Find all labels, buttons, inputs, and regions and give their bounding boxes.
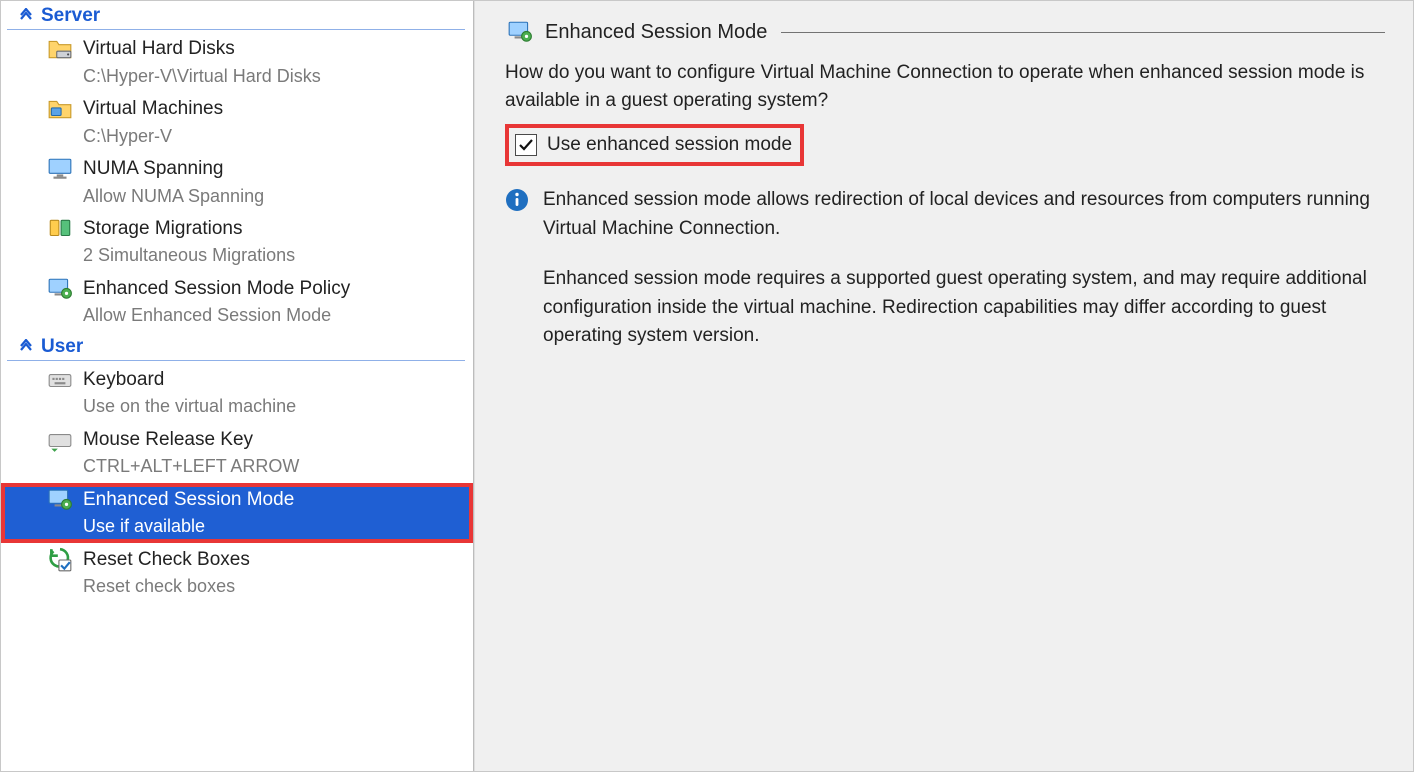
nav-item-subtitle: Allow Enhanced Session Mode xyxy=(83,303,350,327)
use-enhanced-session-mode-checkbox[interactable]: Use enhanced session mode xyxy=(505,124,804,166)
header-rule xyxy=(781,32,1385,33)
chevron-up-icon xyxy=(17,338,35,356)
nav-item-subtitle: C:\Hyper-V\Virtual Hard Disks xyxy=(83,64,321,88)
nav-item-keyboard[interactable]: KeyboardUse on the virtual machine xyxy=(1,363,473,423)
pane-description: How do you want to configure Virtual Mac… xyxy=(505,59,1385,114)
nav-item-numa[interactable]: NUMA SpanningAllow NUMA Spanning xyxy=(1,152,473,212)
folder-vm-icon xyxy=(47,96,73,122)
nav-item-title: Enhanced Session Mode xyxy=(83,487,294,513)
nav-item-subtitle: Allow NUMA Spanning xyxy=(83,184,264,208)
nav-item-esm-policy[interactable]: Enhanced Session Mode PolicyAllow Enhanc… xyxy=(1,272,473,332)
nav-item-title: NUMA Spanning xyxy=(83,156,264,182)
info-block: Enhanced session mode allows redirection… xyxy=(505,186,1385,373)
nav-item-mouse-release[interactable]: Mouse Release KeyCTRL+ALT+LEFT ARROW xyxy=(1,423,473,483)
checkbox-box xyxy=(515,134,537,156)
nav-item-vhd[interactable]: Virtual Hard DisksC:\Hyper-V\Virtual Har… xyxy=(1,32,473,92)
nav-item-title: Mouse Release Key xyxy=(83,427,299,453)
monitor-gear-icon xyxy=(47,276,73,302)
nav-item-subtitle: Reset check boxes xyxy=(83,574,250,598)
checkbox-label: Use enhanced session mode xyxy=(547,134,792,156)
nav-item-subtitle: CTRL+ALT+LEFT ARROW xyxy=(83,454,299,478)
nav-section-user[interactable]: User xyxy=(7,332,465,361)
nav-item-storage[interactable]: Storage Migrations2 Simultaneous Migrati… xyxy=(1,212,473,272)
nav-item-title: Keyboard xyxy=(83,367,296,393)
pane-title: Enhanced Session Mode xyxy=(545,21,767,44)
keyboard-icon xyxy=(47,367,73,393)
settings-nav: Server Virtual Hard DisksC:\Hyper-V\Virtu… xyxy=(1,1,474,771)
nav-item-subtitle: Use if available xyxy=(83,514,294,538)
folder-disk-icon xyxy=(47,36,73,62)
nav-item-title: Reset Check Boxes xyxy=(83,547,250,573)
nav-item-title: Enhanced Session Mode Policy xyxy=(83,276,350,302)
nav-item-subtitle: C:\Hyper-V xyxy=(83,124,223,148)
info-icon xyxy=(505,188,529,212)
nav-section-server[interactable]: Server xyxy=(7,1,465,30)
monitor-gear-icon xyxy=(505,19,535,45)
nav-item-title: Virtual Hard Disks xyxy=(83,36,321,62)
nav-section-label: Server xyxy=(41,5,100,27)
nav-item-subtitle: 2 Simultaneous Migrations xyxy=(83,243,295,267)
info-paragraph-1: Enhanced session mode allows redirection… xyxy=(543,186,1385,243)
settings-pane: Enhanced Session Mode How do you want to… xyxy=(474,1,1413,771)
monitor-gear-icon xyxy=(47,487,73,513)
nav-item-esm[interactable]: Enhanced Session ModeUse if available xyxy=(1,483,473,543)
monitor-icon xyxy=(47,156,73,182)
nav-item-subtitle: Use on the virtual machine xyxy=(83,394,296,418)
reset-check-icon xyxy=(47,547,73,573)
info-text: Enhanced session mode allows redirection… xyxy=(543,186,1385,373)
keyboard-arrow-icon xyxy=(47,427,73,453)
nav-item-vm[interactable]: Virtual MachinesC:\Hyper-V xyxy=(1,92,473,152)
nav-section-label: User xyxy=(41,336,83,358)
nav-item-title: Virtual Machines xyxy=(83,96,223,122)
settings-window: Server Virtual Hard DisksC:\Hyper-V\Virtu… xyxy=(0,0,1414,772)
chevron-up-icon xyxy=(17,7,35,25)
nav-item-reset[interactable]: Reset Check BoxesReset check boxes xyxy=(1,543,473,603)
nav-item-title: Storage Migrations xyxy=(83,216,295,242)
info-paragraph-2: Enhanced session mode requires a support… xyxy=(543,265,1385,351)
drive-move-icon xyxy=(47,216,73,242)
pane-header: Enhanced Session Mode xyxy=(505,19,1385,45)
